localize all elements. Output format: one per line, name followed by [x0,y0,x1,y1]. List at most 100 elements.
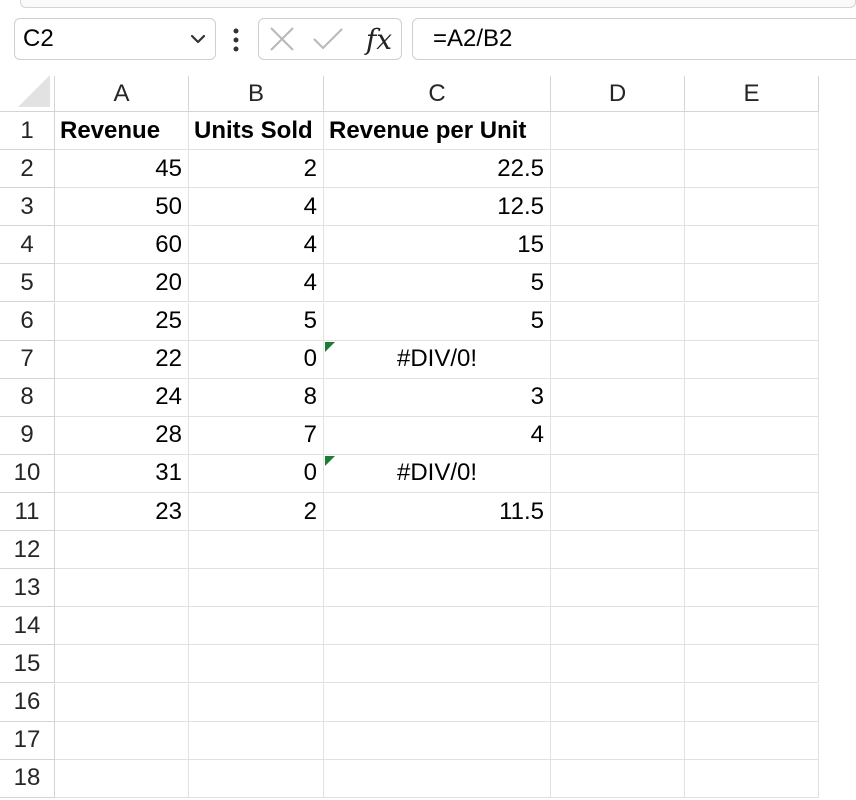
row-header-2[interactable]: 2 [0,150,55,189]
column-header-d[interactable]: D [551,76,685,112]
row-header-14[interactable]: 14 [0,607,55,646]
chevron-down-icon[interactable] [185,18,211,60]
cell-c12[interactable] [324,531,551,570]
cell-c9[interactable]: 4 [324,416,551,455]
cell-a18[interactable] [55,759,189,798]
cell-e9[interactable] [685,416,819,455]
cell-d17[interactable] [551,721,685,760]
cell-e8[interactable] [685,378,819,417]
cell-b7[interactable]: 0 [189,340,324,379]
formula-bar[interactable]: =A2/B2 [412,18,856,60]
cell-d10[interactable] [551,454,685,493]
cell-e5[interactable] [685,264,819,303]
column-header-c[interactable]: C [324,76,551,112]
cell-c6[interactable]: 5 [324,302,551,341]
insert-function-icon[interactable]: fx [359,19,399,59]
cell-b16[interactable] [189,683,324,722]
cell-d8[interactable] [551,378,685,417]
cell-e1[interactable] [685,112,819,151]
cell-a16[interactable] [55,683,189,722]
row-header-8[interactable]: 8 [0,378,55,417]
cell-b12[interactable] [189,531,324,570]
select-all-corner[interactable] [0,75,55,112]
row-header-9[interactable]: 9 [0,416,55,455]
cell-c15[interactable] [324,645,551,684]
error-indicator-icon[interactable] [325,455,335,466]
cell-d14[interactable] [551,607,685,646]
cell-b1[interactable]: Units Sold [189,112,324,151]
cell-a12[interactable] [55,531,189,570]
cell-e2[interactable] [685,150,819,189]
row-header-10[interactable]: 10 [0,454,55,493]
cell-e7[interactable] [685,340,819,379]
row-header-11[interactable]: 11 [0,493,55,532]
cell-c11[interactable]: 11.5 [324,493,551,532]
cell-d18[interactable] [551,759,685,798]
name-box[interactable]: C2 [14,18,216,60]
cell-c3[interactable]: 12.5 [324,188,551,227]
cell-d1[interactable] [551,112,685,151]
cell-a5[interactable]: 20 [55,264,189,303]
row-header-5[interactable]: 5 [0,264,55,303]
cell-b15[interactable] [189,645,324,684]
cell-d2[interactable] [551,150,685,189]
cell-c1[interactable]: Revenue per Unit [324,112,551,151]
cell-a1[interactable]: Revenue [55,112,189,151]
cell-d11[interactable] [551,493,685,532]
cell-c16[interactable] [324,683,551,722]
cell-b5[interactable]: 4 [189,264,324,303]
cell-d3[interactable] [551,188,685,227]
cell-b13[interactable] [189,569,324,608]
name-box-value[interactable]: C2 [23,25,185,53]
cell-a7[interactable]: 22 [55,340,189,379]
cell-a17[interactable] [55,721,189,760]
cell-b10[interactable]: 0 [189,454,324,493]
column-header-a[interactable]: A [55,76,189,112]
cell-e4[interactable] [685,226,819,265]
cell-c8[interactable]: 3 [324,378,551,417]
cell-c18[interactable] [324,759,551,798]
cell-d12[interactable] [551,531,685,570]
row-header-13[interactable]: 13 [0,569,55,608]
cell-b8[interactable]: 8 [189,378,324,417]
column-header-e[interactable]: E [685,76,819,112]
cell-d6[interactable] [551,302,685,341]
cell-d5[interactable] [551,264,685,303]
cell-a11[interactable]: 23 [55,493,189,532]
cell-e12[interactable] [685,531,819,570]
row-header-3[interactable]: 3 [0,188,55,227]
row-header-6[interactable]: 6 [0,302,55,341]
cell-a4[interactable]: 60 [55,226,189,265]
row-header-12[interactable]: 12 [0,531,55,570]
cell-d4[interactable] [551,226,685,265]
cell-b11[interactable]: 2 [189,493,324,532]
cell-e6[interactable] [685,302,819,341]
cell-a2[interactable]: 45 [55,150,189,189]
cell-b4[interactable]: 4 [189,226,324,265]
cell-b18[interactable] [189,759,324,798]
cell-c10[interactable]: #DIV/0! [324,454,551,493]
more-options-icon[interactable] [228,24,244,56]
cell-a15[interactable] [55,645,189,684]
cell-c2[interactable]: 22.5 [324,150,551,189]
cell-a13[interactable] [55,569,189,608]
cell-e3[interactable] [685,188,819,227]
cell-e11[interactable] [685,493,819,532]
cell-d13[interactable] [551,569,685,608]
cell-b3[interactable]: 4 [189,188,324,227]
row-header-18[interactable]: 18 [0,759,55,798]
cell-d7[interactable] [551,340,685,379]
cell-d15[interactable] [551,645,685,684]
cell-b9[interactable]: 7 [189,416,324,455]
error-indicator-icon[interactable] [325,341,335,352]
cell-c4[interactable]: 15 [324,226,551,265]
cell-b2[interactable]: 2 [189,150,324,189]
cell-e15[interactable] [685,645,819,684]
cell-d16[interactable] [551,683,685,722]
cell-e18[interactable] [685,759,819,798]
cell-c17[interactable] [324,721,551,760]
cell-a6[interactable]: 25 [55,302,189,341]
row-header-1[interactable]: 1 [0,112,55,151]
cell-c14[interactable] [324,607,551,646]
cell-b17[interactable] [189,721,324,760]
